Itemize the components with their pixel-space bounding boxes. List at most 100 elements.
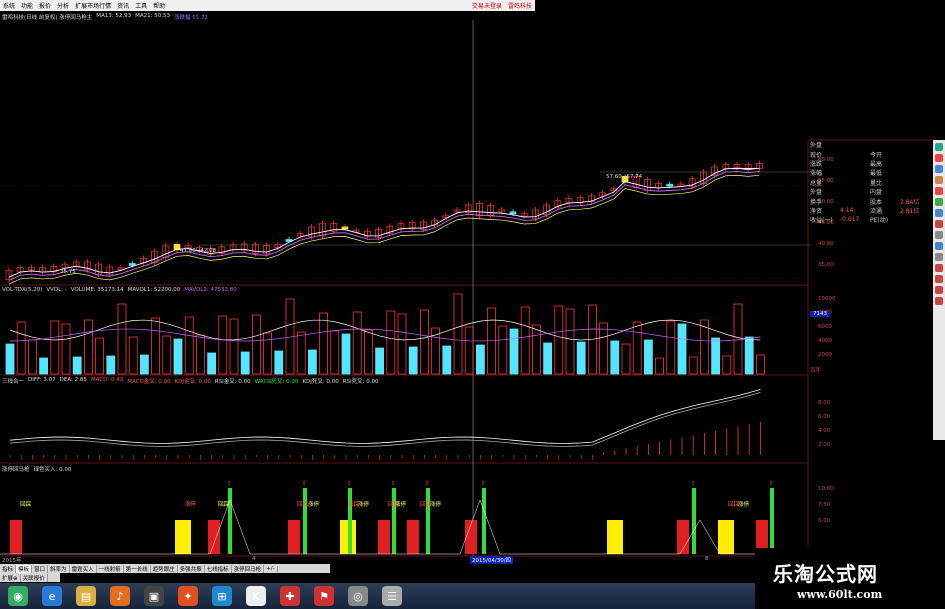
tool-icon[interactable] bbox=[935, 275, 943, 283]
volume-bar bbox=[95, 337, 104, 375]
signal-red-bar bbox=[378, 520, 390, 554]
volume-bar bbox=[274, 350, 284, 375]
ie-icon[interactable]: e bbox=[42, 586, 62, 606]
tool-icon[interactable] bbox=[935, 176, 943, 184]
volume-bar bbox=[296, 331, 306, 375]
indicator-tab[interactable]: 多强共振 bbox=[178, 564, 205, 573]
volume-bar bbox=[128, 336, 138, 375]
volume-bar bbox=[263, 332, 273, 375]
chart-canvas[interactable]: ⇧ ⇧ ⇧ ⇧ ⇧ ⇧ ⇧ ⇧ bbox=[0, 0, 945, 609]
extension-tab[interactable]: 扩展⊕ bbox=[0, 573, 21, 582]
quote-info-k: 外盘 bbox=[810, 142, 823, 150]
chat-icon[interactable]: ◎ bbox=[348, 586, 368, 606]
diff-line bbox=[9, 388, 761, 444]
volume-bar bbox=[509, 328, 519, 375]
k-icon[interactable]: K bbox=[246, 586, 266, 606]
volume-bar bbox=[184, 316, 194, 375]
tool-icon[interactable] bbox=[935, 253, 943, 261]
tool-icon[interactable] bbox=[935, 187, 943, 195]
signal-arrow: ⇧ bbox=[425, 480, 430, 487]
volume-bar bbox=[39, 357, 48, 375]
rsi-gold-cross: RSI金叉: 0.00 bbox=[214, 379, 251, 385]
date-bar: 2015年 4 2015/04/30/四 8 bbox=[0, 556, 760, 564]
vol-tick: 6000 bbox=[818, 324, 832, 330]
quote-info-row: 收益(一) -0.017 PE(动) bbox=[810, 215, 935, 224]
firefox-icon[interactable]: ✦ bbox=[178, 586, 198, 606]
signal-tick: 5.00 bbox=[818, 518, 831, 524]
tool-icon[interactable]: ☰ bbox=[382, 586, 402, 606]
candle-body bbox=[666, 183, 674, 187]
quote-info-row: 现价 今开 bbox=[810, 149, 935, 159]
tool-icon[interactable] bbox=[935, 165, 943, 173]
crosshair-date: 2015/04/30/四 bbox=[470, 556, 514, 564]
tool-icon[interactable] bbox=[935, 154, 943, 162]
mid-price-note: 41.80→42.08 bbox=[180, 248, 217, 254]
signal-green-bar bbox=[770, 488, 774, 554]
finance-icon[interactable]: ✚ bbox=[280, 586, 300, 606]
signal-legend: 涨停回马枪 绿色买入: 0.00 bbox=[2, 465, 71, 473]
indicator-tab[interactable]: 斜率为 bbox=[48, 564, 70, 573]
quote-info-v2: 2.81亿 bbox=[900, 207, 920, 215]
volume-bar bbox=[50, 320, 60, 375]
tool-icon[interactable] bbox=[935, 143, 943, 151]
tool-icon[interactable] bbox=[935, 286, 943, 294]
indicator-tab[interactable]: 第一长线 bbox=[124, 564, 151, 573]
flag-icon[interactable]: ⚑ bbox=[314, 586, 334, 606]
indicator-tab[interactable]: 涨停回马枪 bbox=[232, 564, 265, 573]
volume-bar bbox=[162, 335, 172, 375]
indicator-tab[interactable]: 趋势跟庄 bbox=[151, 564, 178, 573]
volume-bar bbox=[576, 341, 586, 375]
volume-bar bbox=[554, 305, 564, 375]
indicator-tab[interactable]: +/- bbox=[264, 565, 278, 572]
quote-info-k2: 流通 bbox=[870, 207, 883, 215]
volume-bar bbox=[644, 339, 653, 375]
start-icon[interactable]: ◉ bbox=[8, 586, 28, 606]
quote-info-panel: 外盘 现价 今开 涨跌 最高 涨幅 最低 总量 量比 外盘 内盘 换手 股本 2.84亿 净资 4.14 流通 2… bbox=[810, 140, 935, 240]
indicator-tab[interactable]: 七线指标 bbox=[205, 564, 232, 573]
vol-tick: 2000 bbox=[818, 352, 832, 358]
indicator-tab[interactable]: 雷霆买入 bbox=[70, 564, 97, 573]
volume-bar bbox=[442, 345, 452, 375]
signal-arrow: ⇧ bbox=[481, 480, 486, 487]
tool-icon[interactable] bbox=[935, 297, 943, 305]
volume-bar bbox=[453, 293, 463, 375]
tool-icon[interactable] bbox=[935, 231, 943, 239]
signal-label: 涨停 bbox=[308, 502, 320, 508]
signal-label: 涨停 bbox=[358, 502, 370, 508]
media-icon[interactable]: ♪ bbox=[110, 586, 130, 606]
signal-label: 涨停 bbox=[738, 502, 750, 508]
explorer-icon[interactable]: ▤ bbox=[76, 586, 96, 606]
volume-bar bbox=[72, 356, 82, 375]
indicator-tab[interactable]: 窗口 bbox=[32, 564, 49, 573]
app-icon[interactable]: ⊞ bbox=[212, 586, 232, 606]
volume-bar bbox=[173, 338, 183, 375]
watermark-url: www.60lt.com bbox=[797, 588, 883, 601]
signal-name: 涨停回马枪 bbox=[2, 467, 30, 473]
quote-info-k: 净资 bbox=[810, 207, 823, 215]
volume-bar bbox=[543, 342, 552, 375]
vol-indicator: VOL-TDX(5,20) bbox=[2, 287, 43, 293]
related-quote-tab[interactable]: 关联报价 bbox=[21, 573, 48, 582]
tool-icon[interactable] bbox=[935, 198, 943, 206]
indicator-tab[interactable]: 指标 bbox=[0, 564, 17, 573]
quote-info-k2: 股本 bbox=[870, 198, 883, 206]
signal-axis: 10.00 7.50 5.00 bbox=[818, 486, 834, 524]
stock-terminal-window: 系统 功能 报价 分析 扩展市场行情 资讯 工具 帮助 交易未登录 雷鸣科技 雷… bbox=[0, 0, 945, 609]
tool-icon[interactable] bbox=[935, 264, 943, 272]
game-icon[interactable]: ▣ bbox=[144, 586, 164, 606]
signal-label: 回踩 bbox=[218, 502, 230, 508]
signal-arrow: ⇧ bbox=[769, 480, 774, 487]
tool-icon[interactable] bbox=[935, 209, 943, 217]
signal-arrow: ⇧ bbox=[391, 480, 396, 487]
indicator-tab[interactable]: 一线射箭 bbox=[97, 564, 124, 573]
indicator-tab[interactable]: 模板 bbox=[16, 564, 33, 573]
volume-bar bbox=[251, 314, 261, 375]
tool-icon[interactable] bbox=[935, 242, 943, 250]
signal-label: 涨停 bbox=[395, 502, 407, 508]
quote-info-row: 总量 量比 bbox=[810, 178, 935, 187]
signal-red-bar bbox=[407, 520, 419, 554]
volume-label: VOLUME: 35173.14 bbox=[70, 287, 124, 293]
ma-line-white bbox=[8, 167, 760, 278]
quote-info-v2: 2.84亿 bbox=[900, 198, 920, 206]
tool-icon[interactable] bbox=[935, 220, 943, 228]
